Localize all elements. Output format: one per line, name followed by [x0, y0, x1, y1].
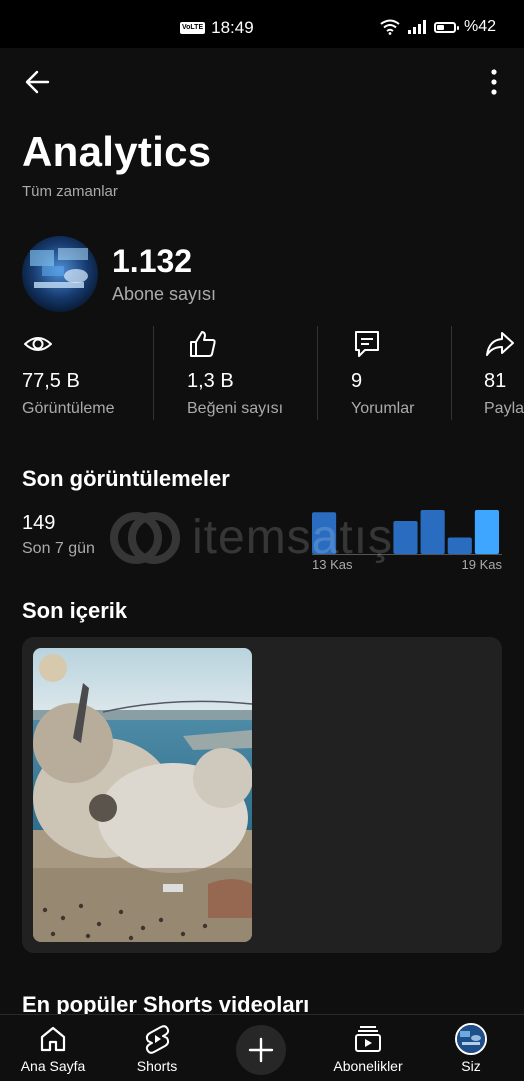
nav-shorts[interactable]: Shorts [122, 1015, 192, 1081]
wifi-icon [380, 19, 400, 35]
video-thumbnail[interactable] [33, 648, 252, 942]
recent-views-label: Son 7 gün [22, 540, 95, 557]
bottom-nav: Ana Sayfa Shorts Abonelikler Siz [0, 1014, 524, 1081]
nav-subscriptions[interactable]: Abonelikler [326, 1015, 410, 1081]
subscriber-label: Abone sayısı [112, 284, 217, 304]
chart-tick-label: 13 Kas [312, 557, 353, 572]
comment-icon [355, 331, 379, 357]
recent-views-chart[interactable]: 13 Kas 19 Kas [300, 500, 510, 580]
battery-icon [433, 21, 459, 33]
status-bar: VoLTE 18:49 %42 [0, 0, 524, 48]
chart-bar [447, 537, 472, 554]
divider [317, 326, 318, 420]
battery-percent: %42 [463, 18, 496, 35]
stat-value: 1,3 B [187, 370, 234, 392]
recent-views-title: Son görüntülemeler [22, 466, 230, 491]
nav-label: Ana Sayfa [20, 1058, 86, 1074]
shorts-icon [145, 1025, 170, 1054]
nav-label: Shorts [136, 1058, 178, 1074]
stat-label: Beğeni sayısı [187, 400, 284, 417]
more-options-button[interactable] [478, 64, 510, 100]
share-icon [486, 332, 514, 356]
status-icons: %42 [380, 18, 496, 36]
stat-value: 81 [484, 370, 507, 392]
status-time-group: VoLTE 18:49 [180, 18, 254, 38]
watermark-logo-icon [110, 511, 180, 564]
stat-value: 77,5 B [22, 370, 80, 392]
subscriptions-icon [355, 1026, 381, 1052]
nav-label: Abonelikler [333, 1058, 403, 1074]
divider [153, 326, 154, 420]
signal-icon [407, 20, 426, 34]
recent-content-title: Son içerik [22, 598, 128, 623]
recent-content-card[interactable] [22, 637, 502, 953]
more-vert-icon [491, 69, 497, 95]
nav-label: Siz [461, 1058, 481, 1074]
page-title: Analytics [22, 128, 212, 175]
chart-bar [312, 512, 337, 554]
status-time: 18:49 [211, 18, 254, 37]
channel-avatar[interactable] [22, 236, 98, 312]
stat-label: Yorumlar [351, 400, 415, 417]
home-icon [40, 1026, 66, 1052]
volte-icon: VoLTE [180, 22, 206, 34]
recent-views-value: 149 [22, 512, 56, 534]
chart-bar [420, 510, 445, 554]
nav-you[interactable]: Siz [438, 1015, 504, 1081]
nav-home[interactable]: Ana Sayfa [18, 1015, 88, 1081]
avatar-icon [455, 1023, 487, 1055]
chart-bar [474, 510, 499, 554]
subscriber-count: 1.132 [112, 243, 193, 279]
stat-label: Paylaşımlar [484, 400, 524, 417]
stat-value: 9 [351, 370, 363, 392]
plus-icon [248, 1037, 274, 1063]
chart-tick-label: 19 Kas [462, 557, 503, 572]
divider [451, 326, 452, 420]
chart-bar [393, 521, 418, 554]
stat-label: Görüntüleme [22, 400, 115, 417]
thumbs-up-icon [190, 331, 216, 357]
eye-icon [24, 337, 52, 351]
back-button[interactable] [20, 64, 56, 100]
stats-row: 77,5 B Görüntüleme 1,3 B Beğeni sayısı 9… [0, 326, 524, 420]
create-button[interactable] [236, 1025, 286, 1075]
page-subtitle: Tüm zamanlar [22, 183, 118, 200]
arrow-left-icon [25, 70, 50, 94]
